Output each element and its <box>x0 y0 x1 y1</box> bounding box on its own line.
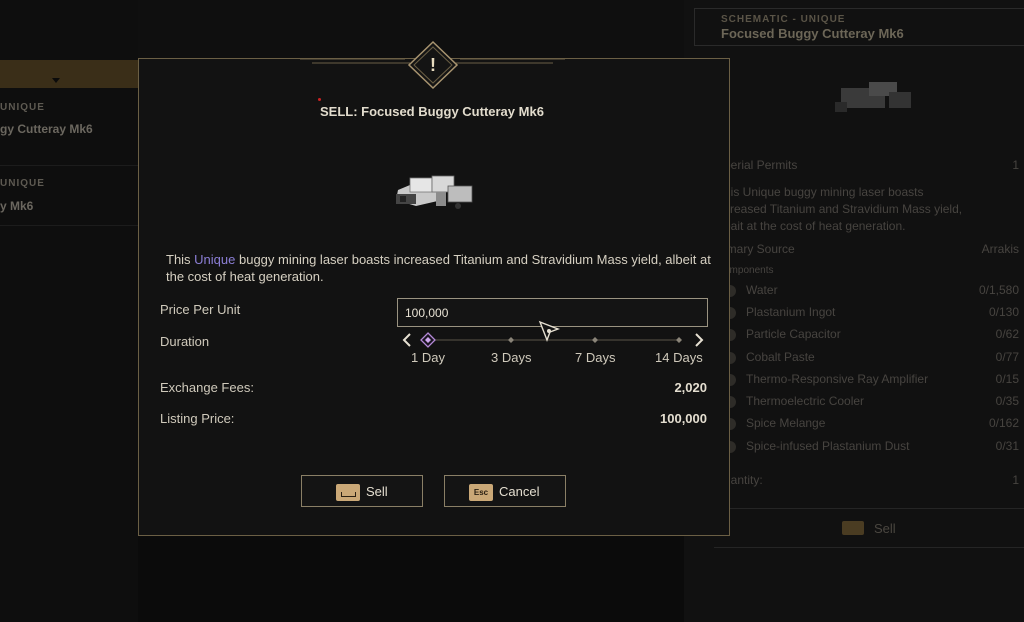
component-row: Plastanium Ingot 0/130 <box>746 305 1019 319</box>
exchange-fees-value: 2,020 <box>674 380 707 395</box>
background-sell-button: Sell <box>714 508 1024 548</box>
component-row: Spice-infused Plastanium Dust 0/31 <box>746 439 1019 453</box>
duration-label: Duration <box>160 334 210 349</box>
listing-price-label: Listing Price: <box>160 411 235 426</box>
slider-stop[interactable] <box>508 337 514 343</box>
list-item-tag: UNIQUE <box>0 178 45 189</box>
item-description: This Unique buggy mining laser boasts in… <box>166 251 711 285</box>
quantity-row: uantity: 1 <box>724 473 1019 487</box>
exchange-fees-label: Exchange Fees: <box>160 380 254 395</box>
mouse-cursor-icon <box>538 320 560 342</box>
warning-symbol: ! <box>430 55 436 75</box>
duration-option-1-day[interactable]: 1 Day <box>411 350 445 365</box>
component-value: 0/62 <box>995 327 1019 341</box>
list-item-name: gy Cutteray Mk6 <box>0 122 93 136</box>
component-value: 0/35 <box>995 394 1019 408</box>
components-heading: omponents <box>724 265 774 276</box>
component-value: 0/1,580 <box>978 283 1019 297</box>
detail-tag: SCHEMATIC - UNIQUE <box>721 14 846 25</box>
price-per-unit-label: Price Per Unit <box>160 302 241 317</box>
component-name: Plastanium Ingot <box>746 305 836 319</box>
slider-stop[interactable] <box>676 337 682 343</box>
cancel-button-label: Cancel <box>499 484 540 499</box>
component-row: Water 0/1,580 <box>746 283 1019 297</box>
description-prefix: This <box>166 252 195 267</box>
component-value: 0/162 <box>988 416 1019 430</box>
sell-button[interactable]: Sell <box>301 475 423 507</box>
detail-desc-line: his Unique buggy mining laser boasts <box>724 185 924 199</box>
permits-label: perial Permits <box>724 158 798 172</box>
component-row: Thermo-Responsive Ray Amplifier 0/15 <box>746 372 1019 386</box>
component-row: Thermoelectric Cooler 0/35 <box>746 394 1019 408</box>
caret-down-icon <box>52 78 60 83</box>
permits-value: 1 <box>1012 158 1019 172</box>
list-item-name: y Mk6 <box>0 199 34 213</box>
cancel-button[interactable]: Esc Cancel <box>444 475 566 507</box>
component-name: Spice Melange <box>746 416 826 430</box>
component-name: Spice-infused Plastanium Dust <box>746 439 910 453</box>
source-label: imary Source <box>724 242 795 256</box>
component-value: 0/31 <box>995 439 1019 453</box>
detail-description: his Unique buggy mining laser boasts cre… <box>724 184 1019 235</box>
component-name: Thermoelectric Cooler <box>746 394 865 408</box>
permits-row: perial Permits 1 <box>724 158 1019 172</box>
detail-desc-line: creased Titanium and Stravidium Mass yie… <box>724 202 963 216</box>
background-sell-label: Sell <box>874 521 896 536</box>
source-row: imary Source Arrakis <box>724 242 1019 256</box>
list-item[interactable]: UNIQUE gy Cutteray Mk6 <box>0 96 138 166</box>
list-item-tag: UNIQUE <box>0 102 45 113</box>
detail-name: Focused Buggy Cutteray Mk6 <box>721 26 904 41</box>
component-row: Cobalt Paste 0/77 <box>746 350 1019 364</box>
detail-desc-line: bait at the cost of heat generation. <box>724 219 906 233</box>
detail-header: SCHEMATIC - UNIQUE Focused Buggy Cuttera… <box>694 8 1024 46</box>
component-value: 0/15 <box>995 372 1019 386</box>
listing-price-value: 100,000 <box>660 411 707 426</box>
source-value: Arrakis <box>981 242 1019 256</box>
sell-dialog <box>138 58 730 536</box>
component-value: 0/130 <box>988 305 1019 319</box>
notification-dot <box>318 98 321 101</box>
detail-item-image <box>835 82 911 112</box>
component-row: Spice Melange 0/162 <box>746 416 1019 430</box>
esc-key-icon: Esc <box>469 484 493 501</box>
component-row: Particle Capacitor 0/62 <box>746 327 1019 341</box>
item-image <box>396 175 473 209</box>
duration-option-3-days[interactable]: 3 Days <box>491 350 531 365</box>
list-item[interactable]: UNIQUE y Mk6 <box>0 166 138 226</box>
description-text: buggy mining laser boasts increased Tita… <box>166 252 711 284</box>
background-item-list: UNIQUE gy Cutteray Mk6 UNIQUE y Mk6 <box>0 0 138 622</box>
sell-button-label: Sell <box>366 484 388 499</box>
component-name: Thermo-Responsive Ray Amplifier <box>746 372 929 386</box>
chevron-right-icon[interactable] <box>695 333 704 347</box>
dialog-title: SELL: Focused Buggy Cutteray Mk6 <box>320 104 544 119</box>
component-value: 0/77 <box>995 350 1019 364</box>
list-header-bar <box>0 60 138 88</box>
duration-option-14-days[interactable]: 14 Days <box>655 350 703 365</box>
duration-option-7-days[interactable]: 7 Days <box>575 350 615 365</box>
component-name: Water <box>746 283 778 297</box>
background-detail-panel: SCHEMATIC - UNIQUE Focused Buggy Cuttera… <box>684 0 1024 622</box>
rarity-unique-text: Unique <box>194 252 236 267</box>
slider-stop[interactable] <box>592 337 598 343</box>
spacebar-key-icon <box>842 521 864 535</box>
spacebar-key-icon <box>336 484 360 501</box>
component-name: Particle Capacitor <box>746 327 841 341</box>
quantity-value: 1 <box>1012 473 1019 487</box>
warning-icon: ! <box>407 40 459 90</box>
component-name: Cobalt Paste <box>746 350 815 364</box>
chevron-left-icon[interactable] <box>402 333 411 347</box>
